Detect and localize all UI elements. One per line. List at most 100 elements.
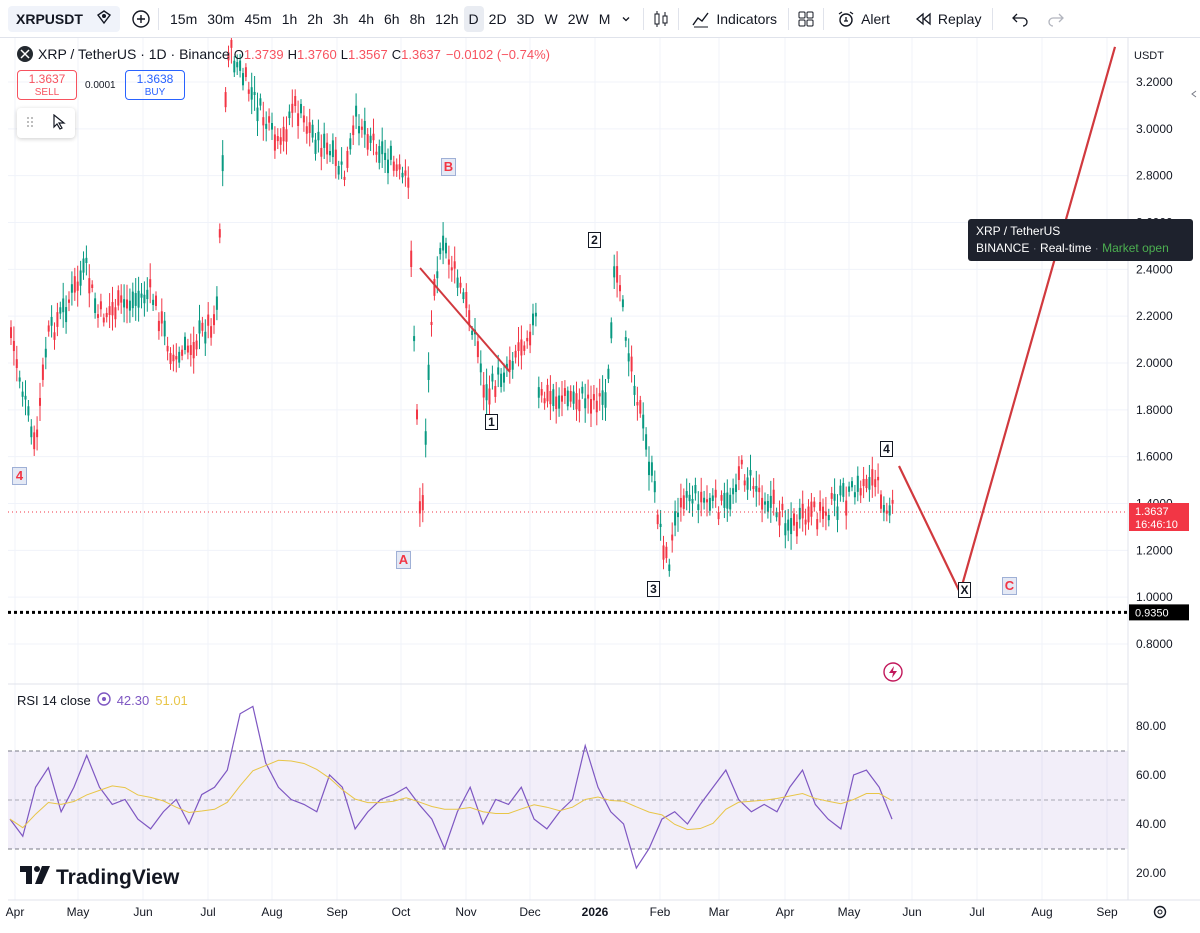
chart-canvas[interactable]: 3.20003.00002.80002.60002.40002.20002.00… <box>0 38 1200 933</box>
candle-body <box>450 267 453 271</box>
candle-body <box>387 159 389 174</box>
alert-button[interactable]: Alert <box>830 6 895 32</box>
candle-body <box>816 519 819 530</box>
add-symbol-icon[interactable] <box>130 8 152 30</box>
candle-body <box>491 373 494 382</box>
candle-body <box>630 356 633 372</box>
candle-body <box>186 345 189 353</box>
wave-label-1: 1 <box>485 414 498 430</box>
tradingview-mark-icon <box>20 866 50 890</box>
interval-30m[interactable]: 30m <box>202 6 239 32</box>
legend-title: XRP / TetherUS · 1D · Binance <box>38 46 230 62</box>
candle-body <box>250 87 253 100</box>
candle-body <box>888 505 891 516</box>
interval-2h[interactable]: 2h <box>302 6 328 32</box>
price-axis[interactable]: 3.20003.00002.80002.60002.40002.20002.00… <box>1134 50 1173 651</box>
currency-label[interactable]: USDT <box>1134 50 1164 62</box>
candle-body <box>853 492 856 498</box>
rsi-tick-label: 40.00 <box>1136 817 1166 831</box>
candle-body <box>163 320 166 337</box>
time-tick-label: 2026 <box>582 905 609 919</box>
candle-body <box>108 306 111 315</box>
candle-body <box>273 134 276 151</box>
sell-price: 1.3637 <box>28 72 66 86</box>
candle-body <box>456 277 459 288</box>
settings-gear-icon[interactable] <box>1152 904 1168 925</box>
chevron-down-icon[interactable] <box>615 8 637 30</box>
candle-body <box>439 248 442 255</box>
layout-grid-icon[interactable] <box>795 8 817 30</box>
symbol-tooltip: XRP / TetherUS BINANCE · Real-time · Mar… <box>968 219 1193 261</box>
candle-body <box>845 500 848 516</box>
candles-icon[interactable] <box>650 8 672 30</box>
candle-body <box>471 330 474 335</box>
close-value: 1.3637 <box>401 46 441 62</box>
candle-body <box>769 495 772 508</box>
candle-body <box>595 400 598 413</box>
interval-4h[interactable]: 4h <box>353 6 379 32</box>
candle-body <box>836 506 839 520</box>
candle-body <box>500 373 503 387</box>
candle-body <box>752 486 755 490</box>
candle-body <box>590 399 592 414</box>
candle-body <box>581 386 584 394</box>
candle-body <box>404 170 407 176</box>
compare-icon[interactable] <box>96 9 112 28</box>
interval-6h[interactable]: 6h <box>379 6 405 32</box>
interval-12h[interactable]: 12h <box>430 6 463 32</box>
candle-body <box>366 134 369 150</box>
candle-body <box>793 513 795 526</box>
interval-2w[interactable]: 2W <box>563 6 594 32</box>
interval-8h[interactable]: 8h <box>405 6 431 32</box>
candle-body <box>340 161 343 165</box>
interval-1h[interactable]: 1h <box>277 6 303 32</box>
wave-label-x: X <box>958 582 971 598</box>
candle-body <box>146 289 149 300</box>
candle-body <box>735 484 737 492</box>
candle-body <box>882 504 885 513</box>
candle-body <box>430 321 433 326</box>
redo-icon[interactable] <box>1045 8 1067 30</box>
interval-w[interactable]: W <box>539 6 562 32</box>
time-tick-label: May <box>67 905 90 919</box>
candle-body <box>813 501 816 508</box>
candle-body <box>459 282 462 288</box>
candle-body <box>885 510 888 514</box>
candle-body <box>526 337 529 342</box>
symbol-search[interactable]: XRPUSDT <box>8 5 120 32</box>
time-axis[interactable]: Apr May Jun Jul Aug Sep Oct Nov Dec 2026 Feb Mar Apr… <box>6 905 1118 919</box>
wave-label-b: B <box>441 158 456 176</box>
indicators-button[interactable]: Indicators <box>685 6 782 32</box>
undo-icon[interactable] <box>1009 8 1031 30</box>
rsi-settings-icon[interactable] <box>97 692 111 709</box>
candle-body <box>53 332 56 340</box>
interval-45m[interactable]: 45m <box>239 6 276 32</box>
candle-body <box>326 142 329 155</box>
interval-3d[interactable]: 3D <box>512 6 540 32</box>
candle-body <box>537 387 540 398</box>
buy-button[interactable]: 1.3638 BUY <box>125 70 185 100</box>
candle-body <box>297 113 300 127</box>
sell-button[interactable]: 1.3637 SELL <box>17 70 77 100</box>
candle-body <box>65 307 68 323</box>
candle-body <box>653 481 656 493</box>
candle-body <box>242 73 244 86</box>
candle-body <box>207 314 210 326</box>
interval-3h[interactable]: 3h <box>328 6 354 32</box>
candle-body <box>175 356 178 360</box>
cursor-arrow-icon[interactable] <box>52 113 66 133</box>
interval-d[interactable]: D <box>463 5 484 32</box>
lightning-icon[interactable] <box>883 662 903 687</box>
candle-body <box>76 281 79 291</box>
candle-body <box>259 98 262 106</box>
candle-body <box>160 311 163 324</box>
collapse-arrow-icon[interactable] <box>1188 86 1198 104</box>
interval-2d[interactable]: 2D <box>484 6 512 32</box>
candle-body <box>645 434 648 450</box>
replay-button[interactable]: Replay <box>907 6 987 32</box>
divider <box>823 7 825 30</box>
interval-15m[interactable]: 15m <box>165 6 202 32</box>
candle-body <box>395 164 398 171</box>
drag-handle-icon[interactable] <box>26 116 34 131</box>
interval-m[interactable]: M <box>594 6 616 32</box>
